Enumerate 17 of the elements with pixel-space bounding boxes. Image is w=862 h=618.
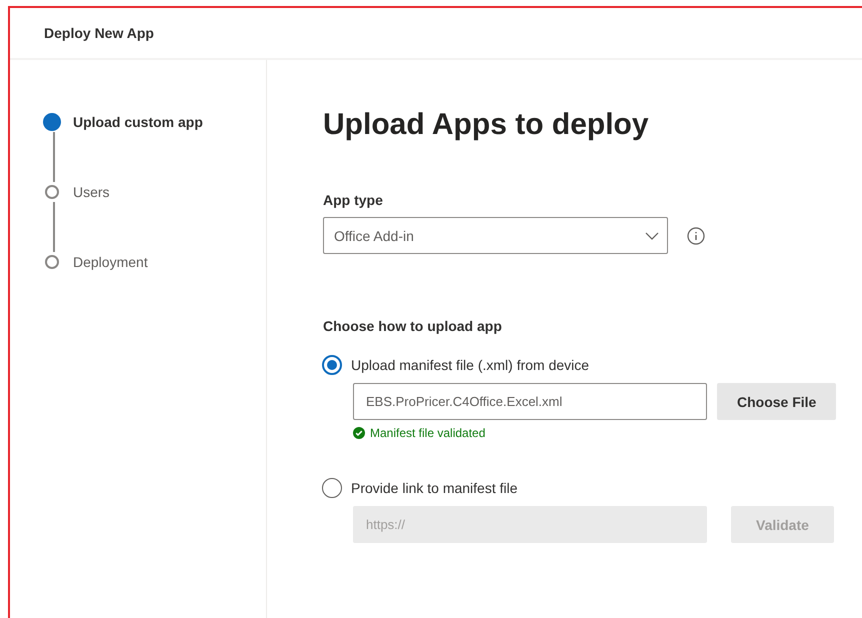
step-label[interactable]: Upload custom app xyxy=(73,114,203,130)
info-icon[interactable] xyxy=(687,226,705,244)
radio-button[interactable] xyxy=(322,355,342,375)
option-label: Upload manifest file (.xml) from device xyxy=(351,357,590,373)
check-circle-icon xyxy=(353,427,365,439)
page-heading: Upload Apps to deploy xyxy=(323,108,650,142)
step-label[interactable]: Users xyxy=(73,184,110,200)
chevron-down-icon xyxy=(645,232,659,240)
step-label[interactable]: Deployment xyxy=(73,254,148,270)
validation-message: Manifest file validated xyxy=(370,426,486,440)
file-name-field[interactable]: EBS.ProPricer.C4Office.Excel.xml xyxy=(353,383,707,420)
option-label: Provide link to manifest file xyxy=(351,480,518,496)
section-title: Choose how to upload app xyxy=(323,318,503,334)
app-type-dropdown[interactable]: Office Add-in xyxy=(323,217,668,254)
field-label: App type xyxy=(323,192,384,208)
window-title: Deploy New App xyxy=(44,25,154,41)
choose-file-button[interactable]: Choose File xyxy=(717,383,836,420)
